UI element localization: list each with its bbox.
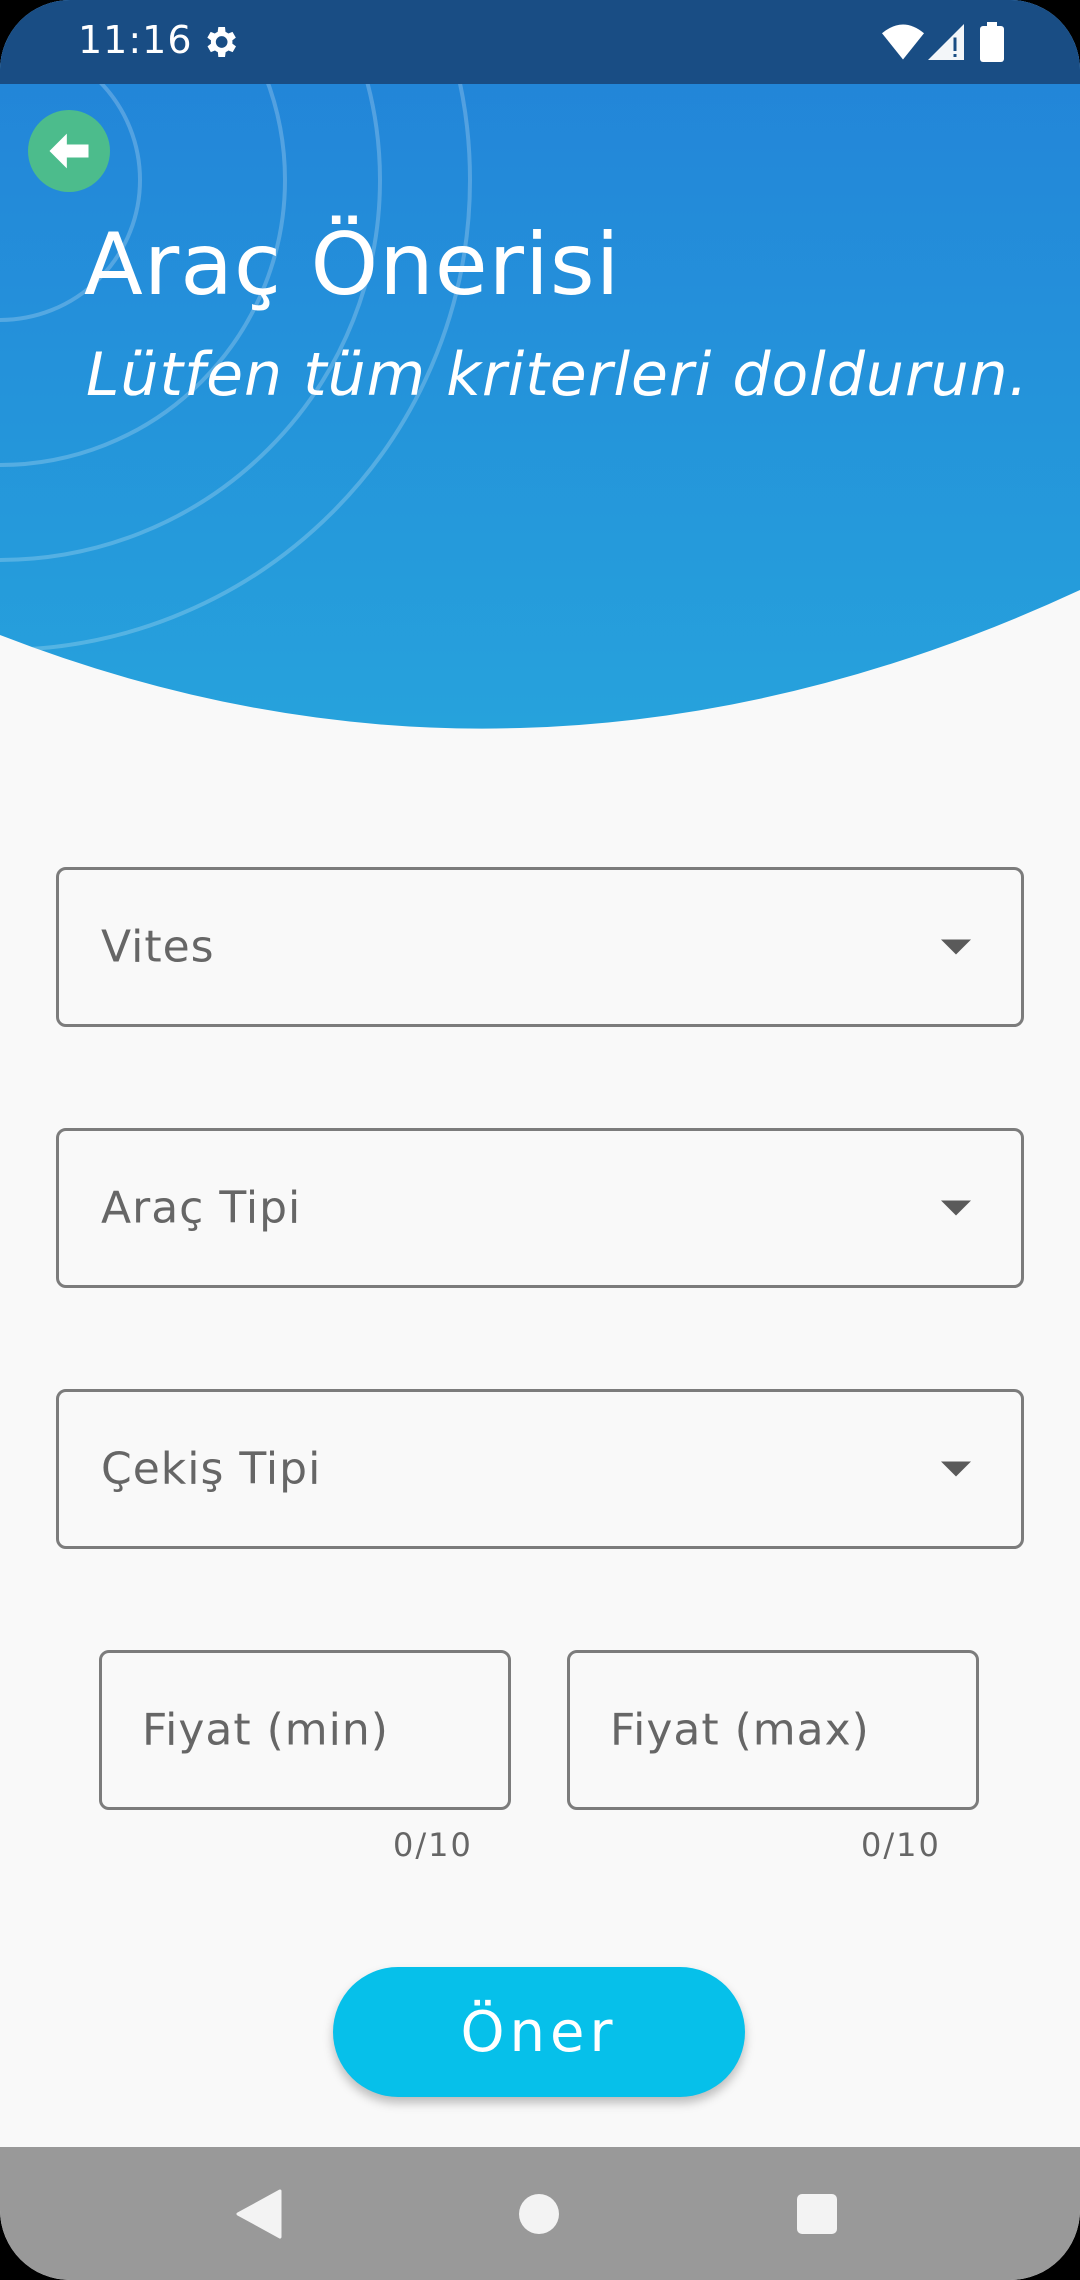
battery-icon	[980, 22, 1004, 62]
drive-type-dropdown[interactable]: Çekiş Tipi	[56, 1389, 1024, 1549]
chevron-down-icon	[941, 1200, 971, 1216]
page-title: Araç Önerisi	[84, 215, 621, 315]
arrow-left-icon	[49, 133, 89, 169]
page-subtitle: Lütfen tüm kriterleri doldurun.	[86, 340, 1029, 410]
vehicle-type-dropdown[interactable]: Araç Tipi	[56, 1128, 1024, 1288]
price-max-counter: 0/10	[861, 1826, 941, 1864]
back-button[interactable]	[28, 110, 110, 192]
price-min-placeholder: Fiyat (min)	[142, 1704, 389, 1756]
gear-icon	[207, 27, 236, 57]
home-circle-icon[interactable]	[519, 2194, 559, 2234]
signal-icon	[928, 24, 964, 60]
price-min-input[interactable]: Fiyat (min)	[99, 1650, 511, 1810]
price-max-input[interactable]: Fiyat (max)	[567, 1650, 979, 1810]
recents-square-icon[interactable]	[797, 2194, 837, 2234]
price-min-counter: 0/10	[393, 1826, 473, 1864]
system-nav-bar	[0, 2147, 1080, 2280]
wifi-icon	[882, 24, 924, 60]
vehicle-type-dropdown-label: Araç Tipi	[101, 1182, 302, 1234]
app-screen: 11:16 Araç Önerisi Lütfen tüm kriterleri…	[0, 0, 1080, 2280]
drive-type-dropdown-label: Çekiş Tipi	[101, 1443, 322, 1495]
back-triangle-icon[interactable]	[236, 2189, 282, 2239]
price-max-placeholder: Fiyat (max)	[610, 1704, 870, 1756]
chevron-down-icon	[941, 939, 971, 955]
gear-dropdown-label: Vites	[101, 921, 215, 973]
status-bar: 11:16	[0, 0, 1080, 84]
status-time: 11:16	[78, 18, 193, 62]
chevron-down-icon	[941, 1461, 971, 1477]
gear-dropdown[interactable]: Vites	[56, 867, 1024, 1027]
submit-button[interactable]: Öner	[333, 1967, 745, 2097]
